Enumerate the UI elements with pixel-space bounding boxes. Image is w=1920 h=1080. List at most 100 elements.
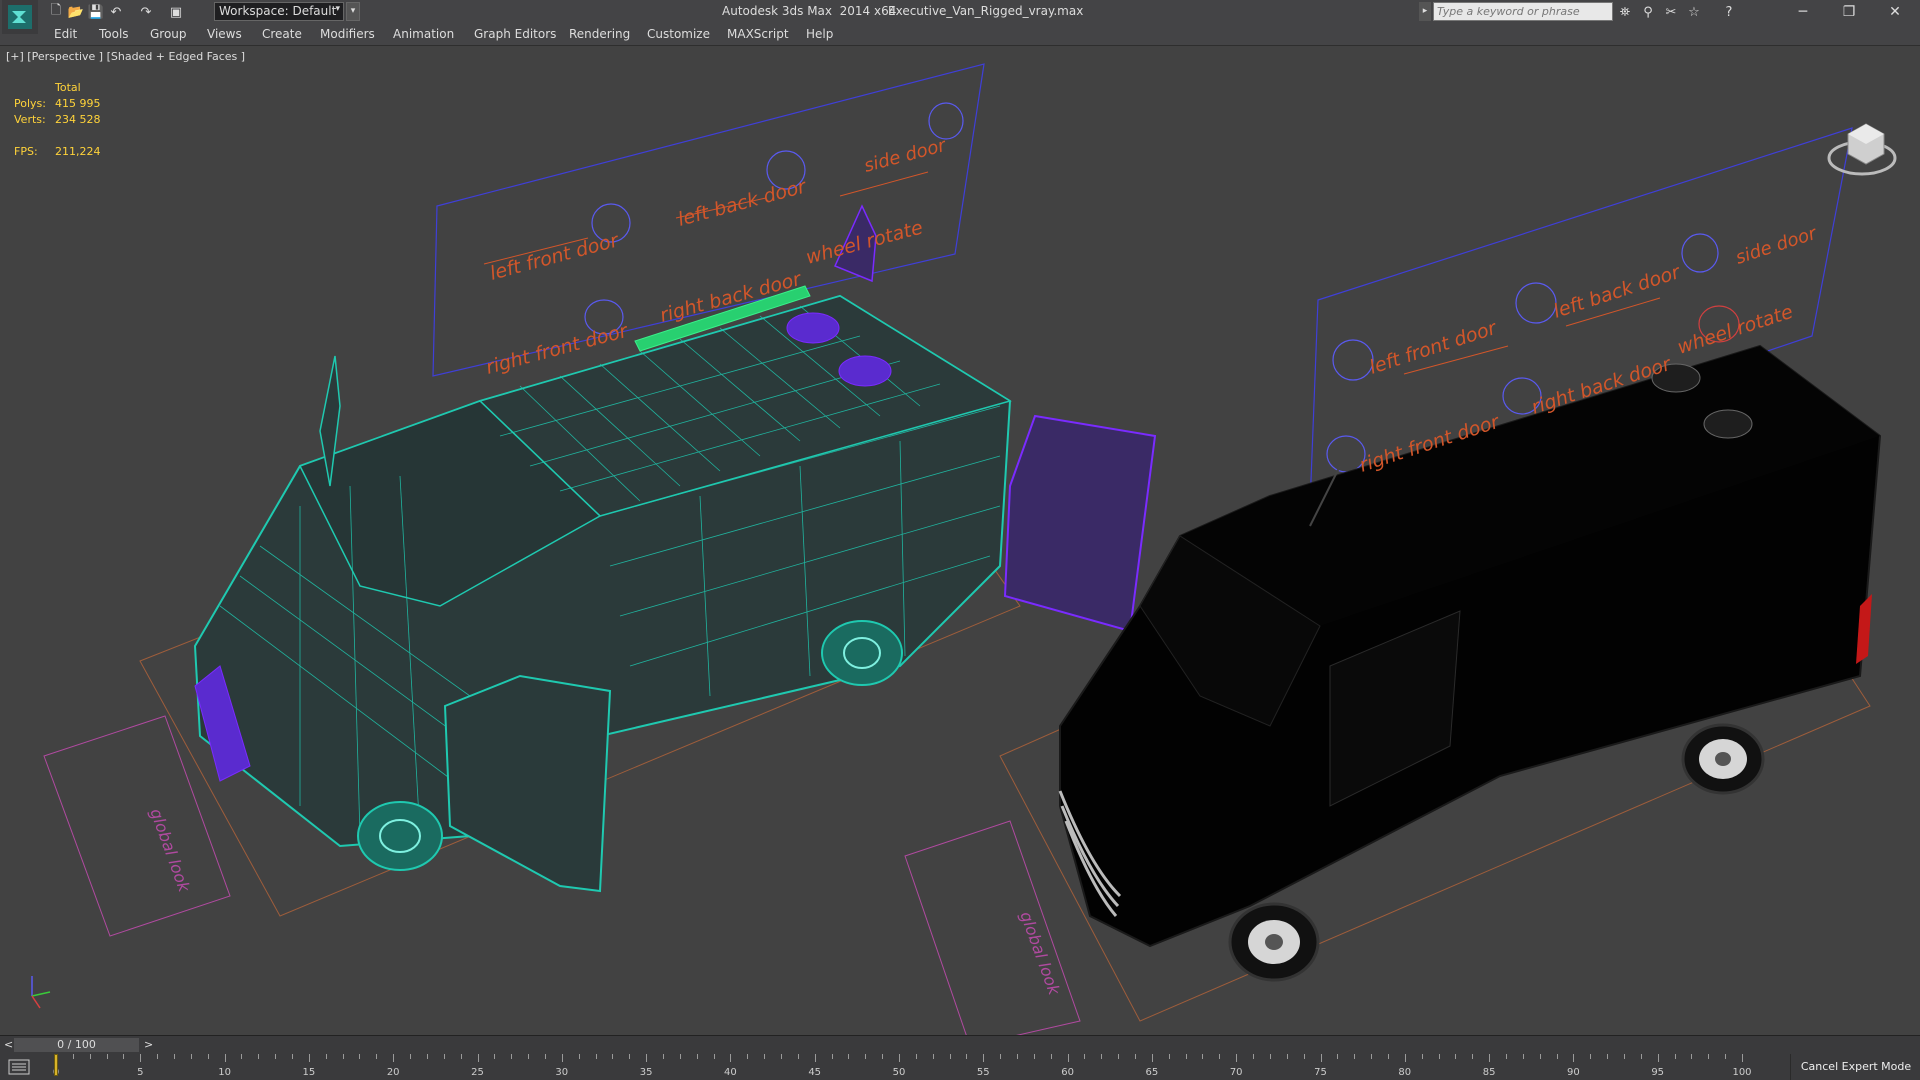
- track-tick: [1067, 1054, 1069, 1062]
- track-tick: [460, 1054, 462, 1059]
- workspace-menu-button[interactable]: ▾: [346, 2, 360, 21]
- close-button[interactable]: ✕: [1872, 0, 1918, 24]
- track-tick: [747, 1054, 749, 1059]
- track-tick: [915, 1054, 917, 1059]
- search-expand-button[interactable]: ▸: [1419, 2, 1431, 21]
- track-tick: [1438, 1054, 1440, 1059]
- track-tick: [1219, 1054, 1221, 1059]
- track-tick-label: 15: [302, 1067, 316, 1078]
- track-tick: [1286, 1054, 1288, 1059]
- track-tick: [646, 1054, 648, 1062]
- track-tick: [780, 1054, 782, 1059]
- mini-curve-editor-icon[interactable]: [8, 1059, 30, 1075]
- track-tick-label: 30: [555, 1067, 569, 1078]
- track-tick: [797, 1054, 799, 1059]
- track-tick: [1489, 1054, 1491, 1062]
- menu-tools[interactable]: Tools: [99, 27, 129, 41]
- track-tick-label: 45: [808, 1067, 822, 1078]
- viewport-label[interactable]: [+] [Perspective ] [Shaded + Edged Faces…: [6, 50, 245, 63]
- current-frame-marker[interactable]: [54, 1054, 58, 1076]
- menu-animation[interactable]: Animation: [393, 27, 454, 41]
- scene-canvas[interactable]: left front door left back door side door…: [0, 46, 1920, 1035]
- track-tick-label: 20: [386, 1067, 400, 1078]
- track-tick-label: 95: [1651, 1067, 1665, 1078]
- viewcube[interactable]: [1827, 123, 1897, 176]
- label-left-back-door: left back door: [1551, 261, 1684, 323]
- track-tick: [1387, 1054, 1389, 1059]
- track-tick: [1084, 1054, 1086, 1059]
- axis-y: [31, 991, 51, 997]
- track-tick: [983, 1054, 985, 1062]
- minimize-button[interactable]: ─: [1780, 0, 1826, 24]
- menu-maxscript[interactable]: MAXScript: [727, 27, 789, 41]
- track-tick: [1522, 1054, 1524, 1059]
- menu-modifiers[interactable]: Modifiers: [320, 27, 375, 41]
- time-slider-thumb[interactable]: 0 / 100: [14, 1038, 139, 1052]
- track-tick: [106, 1054, 108, 1059]
- search-input[interactable]: Type a keyword or phrase: [1433, 2, 1613, 21]
- menu-create[interactable]: Create: [262, 27, 302, 41]
- communication-icon[interactable]: ✂: [1660, 2, 1682, 22]
- track-tick: [1691, 1054, 1693, 1059]
- ground-labels: global look global look: [146, 806, 1064, 998]
- track-tick: [865, 1054, 867, 1059]
- help-icon[interactable]: ?: [1718, 2, 1740, 22]
- maximize-button[interactable]: ❐: [1826, 0, 1872, 24]
- track-tick: [190, 1054, 192, 1059]
- track-tick: [292, 1054, 294, 1059]
- track-tick: [966, 1054, 968, 1059]
- track-tick: [359, 1054, 361, 1059]
- track-bar-ruler[interactable]: 0510152025303540455055606570758085909510…: [44, 1054, 1774, 1080]
- menu-edit[interactable]: Edit: [54, 27, 77, 41]
- label-left-front-door: left front door: [488, 229, 622, 285]
- menu-graph-editors[interactable]: Graph Editors: [474, 27, 556, 41]
- track-tick: [393, 1054, 395, 1062]
- time-next-button[interactable]: >: [144, 1038, 153, 1051]
- track-tick: [730, 1054, 732, 1062]
- track-tick-label: 10: [218, 1067, 231, 1078]
- track-tick: [1168, 1054, 1170, 1059]
- control-knob[interactable]: [1515, 282, 1557, 324]
- file-title: Executive_Van_Rigged_vray.max: [888, 4, 1084, 18]
- van-render-hub-center: [1715, 752, 1731, 766]
- slider-line: [839, 171, 929, 197]
- menu-rendering[interactable]: Rendering: [569, 27, 630, 41]
- menu-customize[interactable]: Customize: [647, 27, 710, 41]
- perspective-viewport[interactable]: left front door left back door side door…: [0, 46, 1920, 1035]
- track-tick: [1236, 1054, 1238, 1062]
- app-logo-button[interactable]: [2, 0, 38, 34]
- ground-label-left: global look: [146, 806, 194, 895]
- track-tick: [629, 1054, 631, 1059]
- track-tick-label: 85: [1482, 1067, 1496, 1078]
- redo-icon[interactable]: ↷: [136, 2, 156, 22]
- control-knob[interactable]: [1681, 233, 1719, 273]
- track-tick-label: 60: [1061, 1067, 1074, 1078]
- cancel-expert-mode-button[interactable]: Cancel Expert Mode: [1790, 1054, 1920, 1080]
- new-file-icon[interactable]: 🗋: [46, 2, 66, 22]
- menu-help[interactable]: Help: [806, 27, 833, 41]
- track-tick: [1151, 1054, 1153, 1062]
- max-logo-icon: [8, 5, 32, 29]
- time-slider[interactable]: < 0 / 100 >: [0, 1035, 1920, 1055]
- menu-views[interactable]: Views: [207, 27, 242, 41]
- binoculars-icon[interactable]: ⛯: [1614, 2, 1636, 22]
- track-tick-label: 5: [137, 1067, 144, 1078]
- track-tick: [1354, 1054, 1356, 1059]
- control-knob[interactable]: [928, 102, 964, 140]
- stats-total-label: Total: [55, 81, 81, 94]
- track-tick: [224, 1054, 226, 1062]
- workspace-select[interactable]: Workspace: Default ▾: [214, 2, 344, 21]
- subscription-icon[interactable]: ⚲: [1637, 2, 1659, 22]
- project-folder-icon[interactable]: ▣: [166, 2, 186, 22]
- track-tick: [1472, 1054, 1474, 1059]
- track-tick-label: 75: [1314, 1067, 1327, 1078]
- time-prev-button[interactable]: <: [4, 1038, 13, 1051]
- track-tick: [679, 1054, 681, 1059]
- menu-group[interactable]: Group: [150, 27, 187, 41]
- favorites-star-icon[interactable]: ☆: [1683, 2, 1705, 22]
- open-file-icon[interactable]: 📂: [66, 2, 86, 22]
- stats-verts-value: 234 528: [55, 113, 101, 126]
- undo-icon[interactable]: ↶: [106, 2, 126, 22]
- track-bar[interactable]: 0510152025303540455055606570758085909510…: [0, 1054, 1920, 1080]
- save-file-icon[interactable]: 💾: [86, 2, 106, 22]
